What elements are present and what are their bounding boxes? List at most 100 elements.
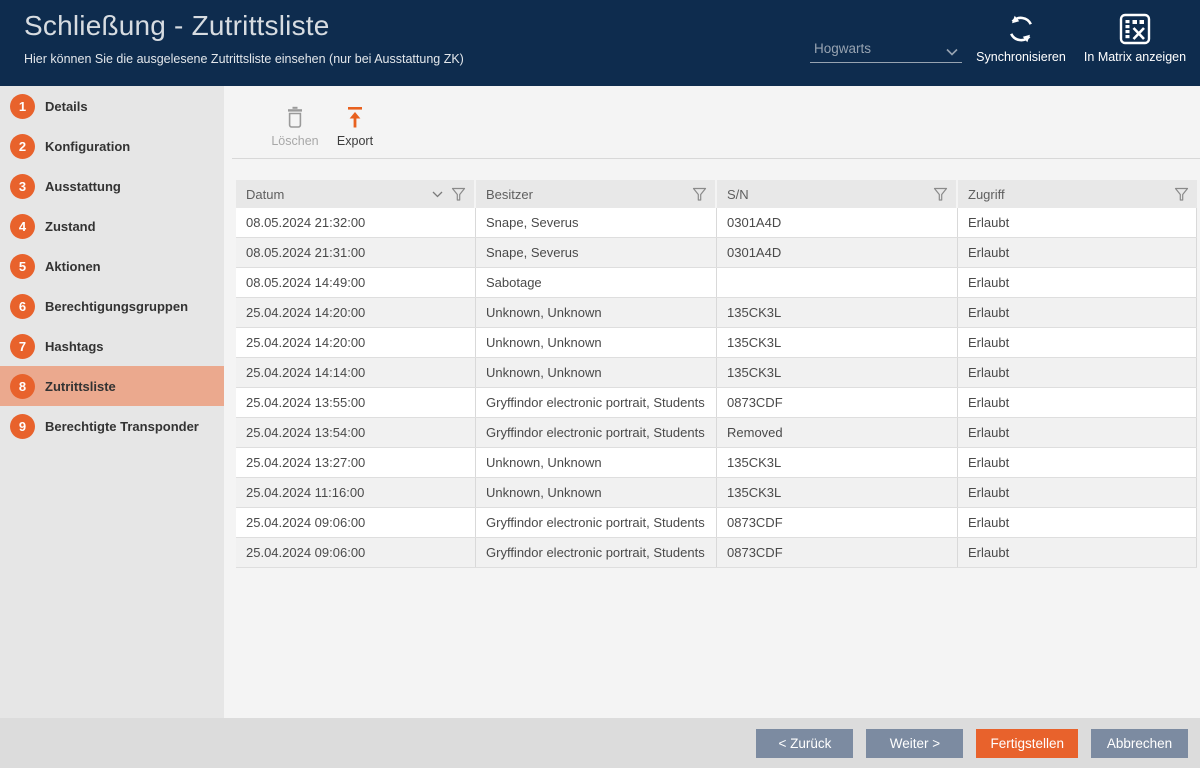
cell-datum: 25.04.2024 11:16:00 <box>236 478 476 507</box>
cell-datum: 25.04.2024 09:06:00 <box>236 508 476 537</box>
cell-besitzer: Sabotage <box>476 268 717 297</box>
show-in-matrix-button[interactable]: In Matrix anzeigen <box>1076 12 1194 74</box>
table-row[interactable]: 25.04.2024 14:20:00Unknown, Unknown135CK… <box>236 328 1197 358</box>
cell-sn: 135CK3L <box>717 448 958 477</box>
sidebar-item-label: Berechtigte Transponder <box>45 419 199 434</box>
column-header-s-n[interactable]: S/N <box>717 180 958 208</box>
wizard-footer: < Zurück Weiter > Fertigstellen Abbreche… <box>0 718 1200 768</box>
column-header-label: Datum <box>246 187 432 202</box>
sidebar-item-zutrittsliste[interactable]: 8Zutrittsliste <box>0 366 224 406</box>
cell-sn: 135CK3L <box>717 478 958 507</box>
cancel-button[interactable]: Abbrechen <box>1091 729 1188 758</box>
access-list-table: Datum BesitzerS/NZugriff 08.05.2024 21:32… <box>236 180 1197 568</box>
sidebar-item-berechtigte-transponder[interactable]: 9 Berechtigte Transponder <box>0 406 224 446</box>
step-number-badge: 7 <box>10 334 35 359</box>
cell-besitzer: Snape, Severus <box>476 238 717 267</box>
cell-zugriff: Erlaubt <box>958 328 1197 357</box>
cell-datum: 25.04.2024 13:54:00 <box>236 418 476 447</box>
sidebar-item-label: Details <box>45 99 88 114</box>
next-button[interactable]: Weiter > <box>866 729 963 758</box>
cell-besitzer: Gryffindor electronic portrait, Students <box>476 418 717 447</box>
cell-sn: 135CK3L <box>717 298 958 327</box>
sort-descending-icon <box>432 191 443 198</box>
sidebar-item-label: Hashtags <box>45 339 104 354</box>
cell-sn: 0873CDF <box>717 388 958 417</box>
cell-zugriff: Erlaubt <box>958 298 1197 327</box>
table-row[interactable]: 25.04.2024 09:06:00Gryffindor electronic… <box>236 508 1197 538</box>
chevron-down-icon <box>946 44 958 59</box>
table-row[interactable]: 25.04.2024 13:55:00Gryffindor electronic… <box>236 388 1197 418</box>
export-button[interactable]: Export <box>323 106 387 148</box>
sidebar-item-zustand[interactable]: 4Zustand <box>0 206 224 246</box>
project-selector[interactable]: Hogwarts <box>810 38 962 63</box>
page-title: Schließung - Zutrittsliste <box>24 10 330 42</box>
cell-zugriff: Erlaubt <box>958 358 1197 387</box>
wizard-step-sidebar: 1 Details 2 Konfiguration 3Ausstattung4Zusta… <box>0 86 224 718</box>
cell-besitzer: Unknown, Unknown <box>476 478 717 507</box>
cell-zugriff: Erlaubt <box>958 448 1197 477</box>
finish-button[interactable]: Fertigstellen <box>976 729 1078 758</box>
step-number-badge: 9 <box>10 414 35 439</box>
sidebar-item-konfiguration[interactable]: 2 Konfiguration <box>0 126 224 166</box>
filter-funnel-icon[interactable] <box>1174 187 1189 202</box>
filter-funnel-icon[interactable] <box>933 187 948 202</box>
sidebar-item-hashtags[interactable]: 7 Hashtags <box>0 326 224 366</box>
table-row[interactable]: 08.05.2024 21:31:00Snape, Severus0301A4D… <box>236 238 1197 268</box>
cell-zugriff: Erlaubt <box>958 538 1197 567</box>
table-row[interactable]: 25.04.2024 14:14:00Unknown, Unknown135CK… <box>236 358 1197 388</box>
sidebar-item-details[interactable]: 1 Details <box>0 86 224 126</box>
cell-datum: 08.05.2024 21:32:00 <box>236 208 476 237</box>
step-number-badge: 3 <box>10 174 35 199</box>
filter-funnel-icon[interactable] <box>692 187 707 202</box>
cell-sn: 0301A4D <box>717 238 958 267</box>
access-table-body: 08.05.2024 21:32:00Snape, Severus0301A4D… <box>236 208 1197 568</box>
table-row[interactable]: 25.04.2024 13:27:00Unknown, Unknown135CK… <box>236 448 1197 478</box>
matrix-icon <box>1076 12 1194 48</box>
cell-zugriff: Erlaubt <box>958 208 1197 237</box>
table-row[interactable]: 08.05.2024 21:32:00Snape, Severus0301A4D… <box>236 208 1197 238</box>
step-number-badge: 5 <box>10 254 35 279</box>
cell-besitzer: Unknown, Unknown <box>476 358 717 387</box>
cell-sn: 135CK3L <box>717 328 958 357</box>
sidebar-item-label: Zustand <box>45 219 96 234</box>
back-button[interactable]: < Zurück <box>756 729 853 758</box>
table-row[interactable]: 25.04.2024 09:06:00Gryffindor electronic… <box>236 538 1197 568</box>
cell-datum: 25.04.2024 09:06:00 <box>236 538 476 567</box>
sidebar-item-label: Konfiguration <box>45 139 130 154</box>
project-selector-value: Hogwarts <box>814 41 871 56</box>
cell-zugriff: Erlaubt <box>958 418 1197 447</box>
step-number-badge: 1 <box>10 94 35 119</box>
column-header-zugriff[interactable]: Zugriff <box>958 180 1197 208</box>
cell-datum: 25.04.2024 13:55:00 <box>236 388 476 417</box>
filter-funnel-icon[interactable] <box>451 187 466 202</box>
cell-zugriff: Erlaubt <box>958 268 1197 297</box>
table-row[interactable]: 25.04.2024 14:20:00Unknown, Unknown135CK… <box>236 298 1197 328</box>
sidebar-item-berechtigungsgruppen[interactable]: 6Berechtigungsgruppen <box>0 286 224 326</box>
sidebar-item-ausstattung[interactable]: 3Ausstattung <box>0 166 224 206</box>
content-area: Löschen Export Datum BesitzerS/NZugriff 0… <box>224 86 1200 718</box>
table-row[interactable]: 08.05.2024 14:49:00SabotageErlaubt <box>236 268 1197 298</box>
sidebar-item-aktionen[interactable]: 5Aktionen <box>0 246 224 286</box>
table-row[interactable]: 25.04.2024 11:16:00Unknown, Unknown135CK… <box>236 478 1197 508</box>
table-row[interactable]: 25.04.2024 13:54:00Gryffindor electronic… <box>236 418 1197 448</box>
export-up-arrow-icon <box>323 106 387 130</box>
column-header-besitzer[interactable]: Besitzer <box>476 180 717 208</box>
delete-button[interactable]: Löschen <box>263 106 327 148</box>
cell-besitzer: Gryffindor electronic portrait, Students <box>476 508 717 537</box>
show-in-matrix-label: In Matrix anzeigen <box>1076 50 1194 64</box>
cell-zugriff: Erlaubt <box>958 508 1197 537</box>
cell-datum: 25.04.2024 14:20:00 <box>236 328 476 357</box>
cell-datum: 08.05.2024 21:31:00 <box>236 238 476 267</box>
export-label: Export <box>323 134 387 148</box>
cell-zugriff: Erlaubt <box>958 238 1197 267</box>
step-number-badge: 6 <box>10 294 35 319</box>
page-subtitle: Hier können Sie die ausgelesene Zutritts… <box>24 52 464 66</box>
cell-datum: 25.04.2024 14:14:00 <box>236 358 476 387</box>
title-bar: Schließung - Zutrittsliste Hier können S… <box>0 0 1200 86</box>
step-number-badge: 2 <box>10 134 35 159</box>
cell-zugriff: Erlaubt <box>958 478 1197 507</box>
synchronize-button[interactable]: Synchronisieren <box>963 12 1079 74</box>
cell-datum: 25.04.2024 14:20:00 <box>236 298 476 327</box>
column-header-datum[interactable]: Datum <box>236 180 476 208</box>
cell-sn: Removed <box>717 418 958 447</box>
